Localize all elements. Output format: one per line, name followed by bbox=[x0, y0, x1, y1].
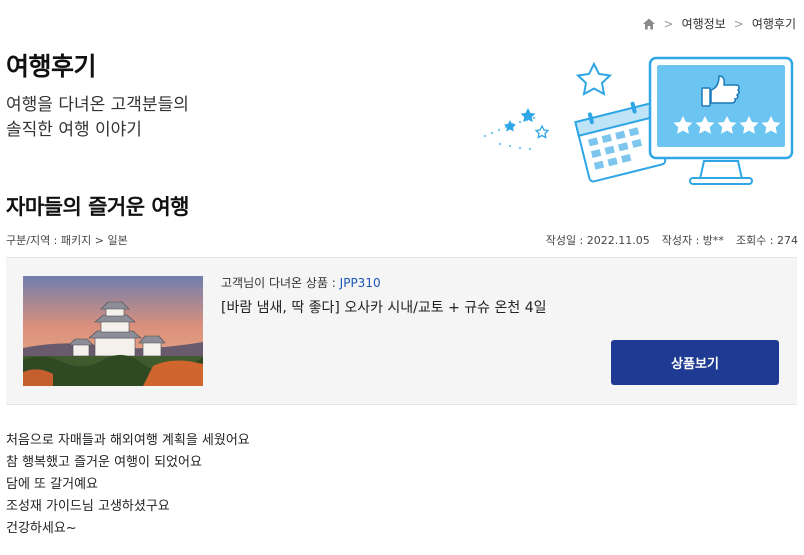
product-box: 고객님이 다녀온 상품 : JPP310 [바람 냄새, 딱 좋다] 오사카 시… bbox=[6, 257, 797, 405]
product-code-line: 고객님이 다녀온 상품 : JPP310 bbox=[221, 274, 381, 291]
product-name[interactable]: [바람 냄새, 딱 좋다] 오사카 시내/교토 + 규슈 온천 4일 bbox=[221, 297, 547, 317]
home-icon[interactable] bbox=[642, 17, 656, 31]
page-subtitle: 여행을 다녀온 고객분들의 솔직한 여행 이야기 bbox=[6, 93, 266, 143]
view-product-button[interactable]: 상품보기 bbox=[611, 340, 779, 385]
post-views: 조회수 : 274 bbox=[735, 234, 798, 247]
product-thumbnail bbox=[23, 276, 203, 386]
breadcrumb: > 여행정보 > 여행후기 bbox=[642, 15, 796, 32]
product-code-label: 고객님이 다녀온 상품 : bbox=[221, 276, 340, 290]
product-code[interactable]: JPP310 bbox=[340, 276, 381, 290]
post-meta-right: 작성일 : 2022.11.05 작성자 : 방** 조회수 : 274 bbox=[546, 232, 798, 248]
page-title: 여행후기 bbox=[6, 52, 97, 81]
review-line: 처음으로 자매들과 해외여행 계획을 세웠어요 bbox=[6, 433, 250, 448]
post-date: 작성일 : 2022.11.05 bbox=[545, 234, 650, 247]
review-line: 조성재 가이드님 고생하셨구요 bbox=[6, 499, 170, 514]
subtitle-line: 여행을 다녀온 고객분들의 bbox=[6, 95, 189, 115]
review-illustration bbox=[480, 54, 798, 194]
subtitle-line: 솔직한 여행 이야기 bbox=[6, 120, 142, 140]
breadcrumb-item-travel-review[interactable]: 여행후기 bbox=[752, 15, 796, 32]
review-line: 참 행복했고 즐거운 여행이 되었어요 bbox=[6, 455, 202, 470]
post-category: 구분/지역 : 패키지 > 일본 bbox=[6, 234, 128, 247]
chevron-right-icon: > bbox=[733, 16, 744, 31]
breadcrumb-item-travel-info[interactable]: 여행정보 bbox=[682, 15, 726, 32]
chevron-right-icon: > bbox=[663, 16, 674, 31]
post-author: 작성자 : 방** bbox=[661, 234, 724, 247]
review-line: 건강하세요~ bbox=[6, 521, 77, 536]
review-content: 처음으로 자매들과 해외여행 계획을 세웠어요 참 행복했고 즐거운 여행이 되… bbox=[6, 430, 250, 540]
post-meta: 구분/지역 : 패키지 > 일본 작성일 : 2022.11.05 작성자 : … bbox=[6, 232, 798, 248]
review-line: 담에 또 갈거예요 bbox=[6, 477, 98, 492]
post-title: 자마들의 즐거운 여행 bbox=[6, 195, 190, 219]
